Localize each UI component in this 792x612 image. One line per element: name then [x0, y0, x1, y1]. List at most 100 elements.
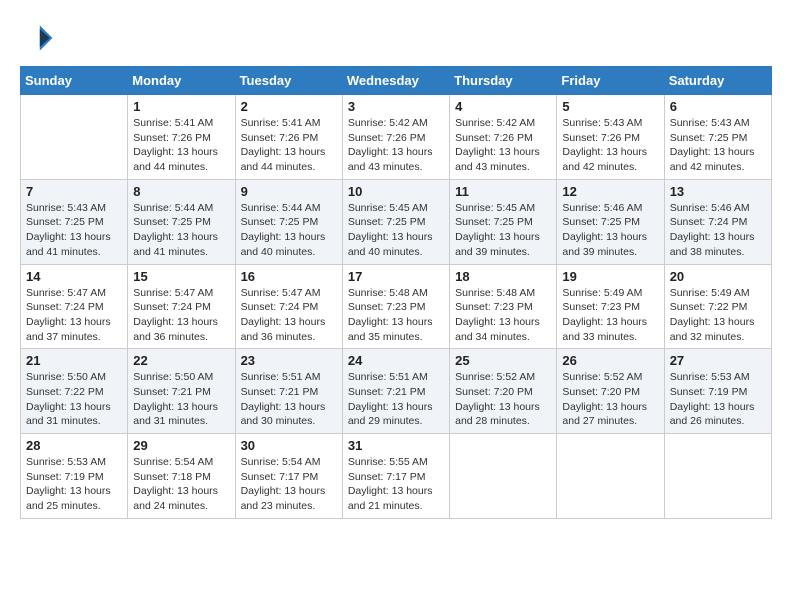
day-info: Sunrise: 5:41 AM Sunset: 7:26 PM Dayligh…	[241, 116, 337, 175]
calendar-cell: 3 Sunrise: 5:42 AM Sunset: 7:26 PM Daylig…	[342, 95, 449, 180]
calendar-cell	[21, 95, 128, 180]
calendar-cell: 6 Sunrise: 5:43 AM Sunset: 7:25 PM Daylig…	[664, 95, 771, 180]
day-info: Sunrise: 5:51 AM Sunset: 7:21 PM Dayligh…	[241, 370, 337, 429]
day-number: 14	[26, 269, 122, 284]
calendar-cell: 25Sunrise: 5:52 AM Sunset: 7:20 PM Dayli…	[450, 349, 557, 434]
calendar-week-4: 21 Sunrise: 5:50 AM Sunset: 7:22 PM Dayli…	[21, 349, 772, 434]
calendar-cell: 24 Sunrise: 5:51 AM Sunset: 7:21 PM Dayli…	[342, 349, 449, 434]
calendar-cell: 13Sunrise: 5:46 AM Sunset: 7:24 PM Dayli…	[664, 179, 771, 264]
day-number: 23	[241, 353, 337, 368]
calendar-cell: 14 Sunrise: 5:47 AM Sunset: 7:24 PM Dayli…	[21, 264, 128, 349]
day-number: 3	[348, 99, 444, 114]
day-number: 24	[348, 353, 444, 368]
day-number: 31	[348, 438, 444, 453]
day-number: 6	[670, 99, 766, 114]
day-number: 16	[241, 269, 337, 284]
column-header-tuesday: Tuesday	[235, 67, 342, 95]
day-number: 30	[241, 438, 337, 453]
calendar-cell: 12 Sunrise: 5:46 AM Sunset: 7:25 PM Dayli…	[557, 179, 664, 264]
day-info: Sunrise: 5:44 AM Sunset: 7:25 PM Dayligh…	[133, 201, 229, 260]
day-number: 20	[670, 269, 766, 284]
calendar-cell: 29 Sunrise: 5:54 AM Sunset: 7:18 PM Dayli…	[128, 434, 235, 519]
day-info: Sunrise: 5:43 AM Sunset: 7:25 PM Dayligh…	[26, 201, 122, 260]
calendar-cell: 27 Sunrise: 5:53 AM Sunset: 7:19 PM Dayli…	[664, 349, 771, 434]
day-info: Sunrise: 5:51 AM Sunset: 7:21 PM Dayligh…	[348, 370, 444, 429]
day-number: 2	[241, 99, 337, 114]
day-number: 4	[455, 99, 551, 114]
logo-icon	[20, 20, 56, 56]
day-number: 15	[133, 269, 229, 284]
day-info: Sunrise: 5:52 AM Sunset: 7:20 PM Dayligh…	[562, 370, 658, 429]
column-header-sunday: Sunday	[21, 67, 128, 95]
day-info: Sunrise: 5:42 AM Sunset: 7:26 PM Dayligh…	[348, 116, 444, 175]
day-number: 22	[133, 353, 229, 368]
day-number: 28	[26, 438, 122, 453]
calendar-cell: 5 Sunrise: 5:43 AM Sunset: 7:26 PM Daylig…	[557, 95, 664, 180]
calendar-week-5: 28 Sunrise: 5:53 AM Sunset: 7:19 PM Dayli…	[21, 434, 772, 519]
day-info: Sunrise: 5:48 AM Sunset: 7:23 PM Dayligh…	[455, 286, 551, 345]
day-info: Sunrise: 5:42 AM Sunset: 7:26 PM Dayligh…	[455, 116, 551, 175]
day-info: Sunrise: 5:50 AM Sunset: 7:22 PM Dayligh…	[26, 370, 122, 429]
day-number: 10	[348, 184, 444, 199]
calendar-cell: 23 Sunrise: 5:51 AM Sunset: 7:21 PM Dayli…	[235, 349, 342, 434]
day-number: 7	[26, 184, 122, 199]
calendar-cell: 2 Sunrise: 5:41 AM Sunset: 7:26 PM Daylig…	[235, 95, 342, 180]
calendar-cell: 21 Sunrise: 5:50 AM Sunset: 7:22 PM Dayli…	[21, 349, 128, 434]
calendar-header: SundayMondayTuesdayWednesdayThursdayFrid…	[21, 67, 772, 95]
day-info: Sunrise: 5:45 AM Sunset: 7:25 PM Dayligh…	[455, 201, 551, 260]
day-number: 27	[670, 353, 766, 368]
day-info: Sunrise: 5:48 AM Sunset: 7:23 PM Dayligh…	[348, 286, 444, 345]
day-info: Sunrise: 5:43 AM Sunset: 7:26 PM Dayligh…	[562, 116, 658, 175]
day-info: Sunrise: 5:45 AM Sunset: 7:25 PM Dayligh…	[348, 201, 444, 260]
day-info: Sunrise: 5:53 AM Sunset: 7:19 PM Dayligh…	[26, 455, 122, 514]
calendar-cell: 8 Sunrise: 5:44 AM Sunset: 7:25 PM Daylig…	[128, 179, 235, 264]
calendar-week-2: 7 Sunrise: 5:43 AM Sunset: 7:25 PM Daylig…	[21, 179, 772, 264]
calendar-cell: 19Sunrise: 5:49 AM Sunset: 7:23 PM Dayli…	[557, 264, 664, 349]
day-info: Sunrise: 5:44 AM Sunset: 7:25 PM Dayligh…	[241, 201, 337, 260]
calendar-cell: 20 Sunrise: 5:49 AM Sunset: 7:22 PM Dayli…	[664, 264, 771, 349]
day-info: Sunrise: 5:50 AM Sunset: 7:21 PM Dayligh…	[133, 370, 229, 429]
calendar-cell: 9 Sunrise: 5:44 AM Sunset: 7:25 PM Daylig…	[235, 179, 342, 264]
calendar-cell: 17Sunrise: 5:48 AM Sunset: 7:23 PM Dayli…	[342, 264, 449, 349]
column-header-saturday: Saturday	[664, 67, 771, 95]
day-number: 21	[26, 353, 122, 368]
day-number: 9	[241, 184, 337, 199]
day-info: Sunrise: 5:41 AM Sunset: 7:26 PM Dayligh…	[133, 116, 229, 175]
calendar-cell: 7 Sunrise: 5:43 AM Sunset: 7:25 PM Daylig…	[21, 179, 128, 264]
day-info: Sunrise: 5:47 AM Sunset: 7:24 PM Dayligh…	[26, 286, 122, 345]
column-header-friday: Friday	[557, 67, 664, 95]
calendar-cell: 10 Sunrise: 5:45 AM Sunset: 7:25 PM Dayli…	[342, 179, 449, 264]
calendar-cell	[450, 434, 557, 519]
calendar-cell: 1Sunrise: 5:41 AM Sunset: 7:26 PM Daylig…	[128, 95, 235, 180]
calendar-cell: 15 Sunrise: 5:47 AM Sunset: 7:24 PM Dayli…	[128, 264, 235, 349]
day-number: 12	[562, 184, 658, 199]
day-number: 26	[562, 353, 658, 368]
logo	[20, 20, 60, 56]
calendar-week-3: 14 Sunrise: 5:47 AM Sunset: 7:24 PM Dayli…	[21, 264, 772, 349]
calendar-cell	[664, 434, 771, 519]
day-number: 29	[133, 438, 229, 453]
calendar-table: SundayMondayTuesdayWednesdayThursdayFrid…	[20, 66, 772, 519]
calendar-cell: 4 Sunrise: 5:42 AM Sunset: 7:26 PM Daylig…	[450, 95, 557, 180]
day-info: Sunrise: 5:55 AM Sunset: 7:17 PM Dayligh…	[348, 455, 444, 514]
day-info: Sunrise: 5:43 AM Sunset: 7:25 PM Dayligh…	[670, 116, 766, 175]
calendar-cell: 18 Sunrise: 5:48 AM Sunset: 7:23 PM Dayli…	[450, 264, 557, 349]
calendar-week-1: 1Sunrise: 5:41 AM Sunset: 7:26 PM Daylig…	[21, 95, 772, 180]
calendar-cell: 22 Sunrise: 5:50 AM Sunset: 7:21 PM Dayli…	[128, 349, 235, 434]
calendar-cell: 16Sunrise: 5:47 AM Sunset: 7:24 PM Dayli…	[235, 264, 342, 349]
calendar-cell: 26 Sunrise: 5:52 AM Sunset: 7:20 PM Dayli…	[557, 349, 664, 434]
day-info: Sunrise: 5:49 AM Sunset: 7:23 PM Dayligh…	[562, 286, 658, 345]
day-info: Sunrise: 5:49 AM Sunset: 7:22 PM Dayligh…	[670, 286, 766, 345]
day-info: Sunrise: 5:47 AM Sunset: 7:24 PM Dayligh…	[133, 286, 229, 345]
day-number: 18	[455, 269, 551, 284]
calendar-cell	[557, 434, 664, 519]
day-number: 8	[133, 184, 229, 199]
day-info: Sunrise: 5:53 AM Sunset: 7:19 PM Dayligh…	[670, 370, 766, 429]
day-info: Sunrise: 5:54 AM Sunset: 7:18 PM Dayligh…	[133, 455, 229, 514]
calendar-body: 1Sunrise: 5:41 AM Sunset: 7:26 PM Daylig…	[21, 95, 772, 519]
day-number: 11	[455, 184, 551, 199]
column-header-thursday: Thursday	[450, 67, 557, 95]
day-info: Sunrise: 5:46 AM Sunset: 7:25 PM Dayligh…	[562, 201, 658, 260]
column-header-wednesday: Wednesday	[342, 67, 449, 95]
day-number: 5	[562, 99, 658, 114]
